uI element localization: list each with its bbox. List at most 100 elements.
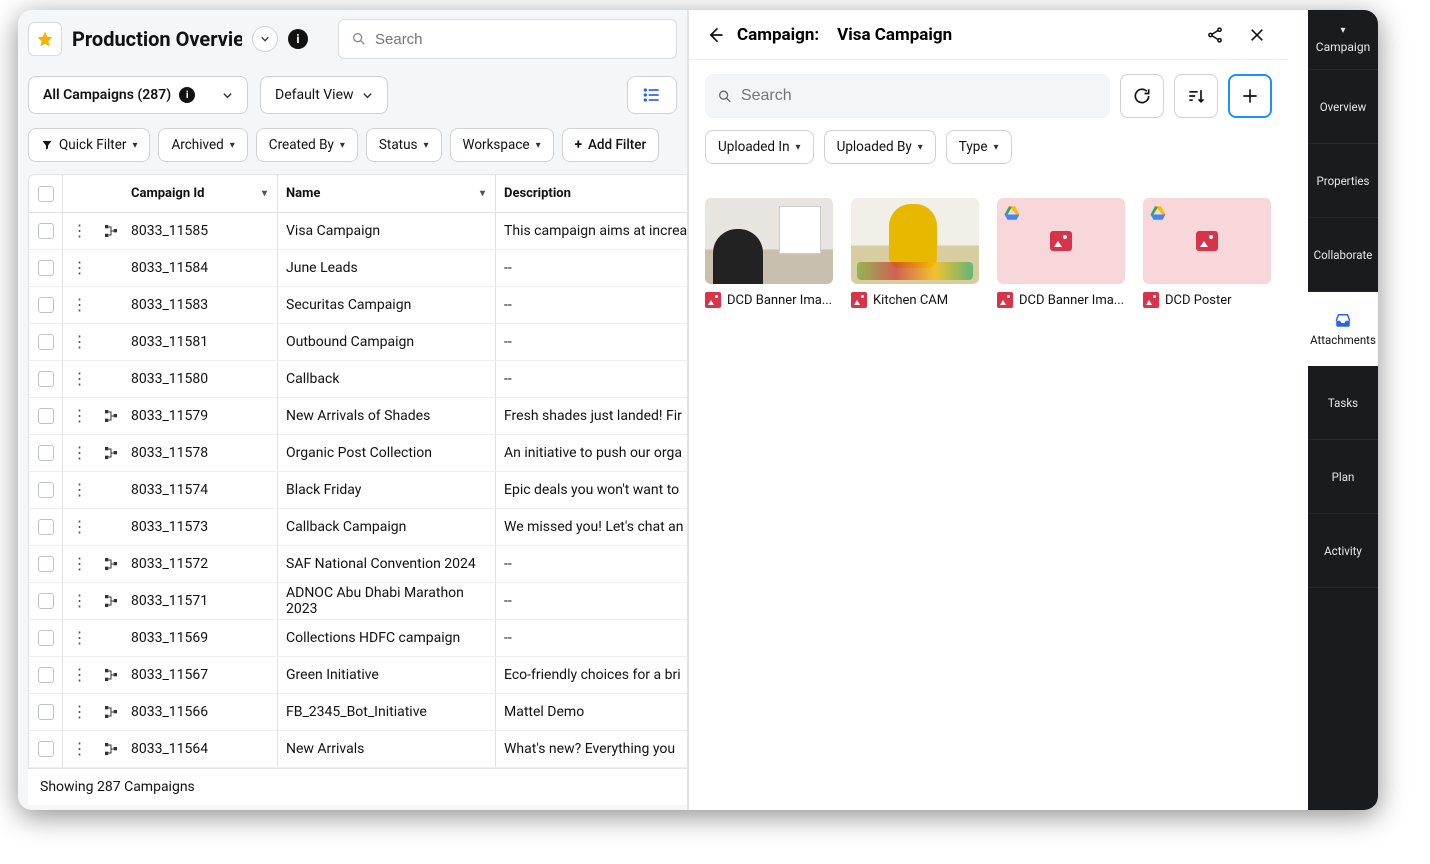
row-checkbox[interactable] xyxy=(29,472,63,508)
global-search-input[interactable] xyxy=(375,31,664,48)
row-checkbox[interactable] xyxy=(29,361,63,397)
default-view-dropdown[interactable]: Default View xyxy=(260,76,388,114)
created-by-filter[interactable]: Created By ▾ xyxy=(256,128,358,162)
row-menu[interactable]: ⋮ xyxy=(63,324,95,360)
col-name[interactable]: Name ▾ xyxy=(277,175,495,212)
col-campaign-id[interactable]: Campaign Id ▾ xyxy=(127,175,277,212)
google-drive-icon xyxy=(1149,204,1167,222)
cell-campaign-id: 8033_11573 xyxy=(127,509,277,545)
table-row[interactable]: ⋮8033_11583Securitas Campaign-- xyxy=(29,287,687,324)
side-tab-properties[interactable]: Properties xyxy=(1308,144,1378,218)
row-checkbox[interactable] xyxy=(29,731,63,767)
filter-label: Archived xyxy=(171,137,223,153)
row-menu[interactable]: ⋮ xyxy=(63,287,95,323)
table-row[interactable]: ⋮8033_11564New ArrivalsWhat's new? Every… xyxy=(29,731,687,768)
title-dropdown[interactable] xyxy=(252,26,278,52)
attachment-thumb[interactable]: DCD Poster xyxy=(1143,198,1271,308)
row-menu[interactable]: ⋮ xyxy=(63,657,95,693)
sort-button[interactable] xyxy=(1174,74,1218,118)
info-icon[interactable]: i xyxy=(288,29,308,49)
favorite-button[interactable] xyxy=(28,22,62,56)
uploaded-by-filter[interactable]: Uploaded By ▾ xyxy=(824,130,936,164)
table-row[interactable]: ⋮8033_11584June Leads-- xyxy=(29,250,687,287)
row-checkbox[interactable] xyxy=(29,435,63,471)
row-checkbox[interactable] xyxy=(29,213,63,249)
attachment-thumb[interactable]: DCD Banner Ima... xyxy=(997,198,1125,308)
table-footer: Showing 287 Campaigns xyxy=(28,768,687,805)
refresh-button[interactable] xyxy=(1120,74,1164,118)
row-menu[interactable]: ⋮ xyxy=(63,472,95,508)
table-row[interactable]: ⋮8033_11574Black FridayEpic deals you wo… xyxy=(29,472,687,509)
side-tab-plan[interactable]: Plan xyxy=(1308,440,1378,514)
cell-description: An initiative to push our orga xyxy=(495,435,687,471)
workspace-filter[interactable]: Workspace ▾ xyxy=(450,128,554,162)
side-tab-overview[interactable]: Overview xyxy=(1308,70,1378,144)
table-row[interactable]: ⋮8033_11567Green InitiativeEco-friendly … xyxy=(29,657,687,694)
row-menu[interactable]: ⋮ xyxy=(63,694,95,730)
table-row[interactable]: ⋮8033_11579New Arrivals of ShadesFresh s… xyxy=(29,398,687,435)
attachment-thumb[interactable]: Kitchen CAM xyxy=(851,198,979,308)
filter-label: Status xyxy=(379,137,418,153)
side-tab-activity[interactable]: Activity xyxy=(1308,514,1378,588)
side-tab-campaign[interactable]: ▾ Campaign xyxy=(1308,10,1378,70)
quick-filter-chip[interactable]: Quick Filter ▾ xyxy=(28,128,150,162)
side-tab-label: Attachments xyxy=(1310,333,1376,347)
table-row[interactable]: ⋮8033_11581Outbound Campaign-- xyxy=(29,324,687,361)
side-tab-tasks[interactable]: Tasks xyxy=(1308,366,1378,440)
row-menu[interactable]: ⋮ xyxy=(63,731,95,767)
side-tab-attachments[interactable]: Attachments xyxy=(1308,292,1378,366)
archived-filter[interactable]: Archived ▾ xyxy=(158,128,247,162)
view-toggle-list[interactable] xyxy=(627,76,677,114)
table-row[interactable]: ⋮8033_11578Organic Post CollectionAn ini… xyxy=(29,435,687,472)
image-file-icon xyxy=(851,292,867,308)
table-row[interactable]: ⋮8033_11580Callback-- xyxy=(29,361,687,398)
global-search[interactable] xyxy=(338,19,677,59)
row-menu[interactable]: ⋮ xyxy=(63,361,95,397)
table-row[interactable]: ⋮8033_11573Callback CampaignWe missed yo… xyxy=(29,509,687,546)
table-row[interactable]: ⋮8033_11572SAF National Convention 2024-… xyxy=(29,546,687,583)
table-row[interactable]: ⋮8033_11571ADNOC Abu Dhabi Marathon 2023… xyxy=(29,583,687,620)
detail-search-input[interactable] xyxy=(741,87,1098,105)
cell-description: -- xyxy=(495,546,687,582)
back-button[interactable] xyxy=(705,25,725,45)
caret-down-icon: ▾ xyxy=(918,142,923,153)
row-menu[interactable]: ⋮ xyxy=(63,620,95,656)
detail-search[interactable] xyxy=(705,74,1110,118)
type-filter[interactable]: Type ▾ xyxy=(946,130,1012,164)
filter-label: Type xyxy=(959,139,988,155)
row-checkbox[interactable] xyxy=(29,694,63,730)
row-checkbox[interactable] xyxy=(29,620,63,656)
row-checkbox[interactable] xyxy=(29,509,63,545)
row-menu[interactable]: ⋮ xyxy=(63,509,95,545)
row-menu[interactable]: ⋮ xyxy=(63,213,95,249)
row-checkbox[interactable] xyxy=(29,324,63,360)
row-checkbox[interactable] xyxy=(29,398,63,434)
row-menu[interactable]: ⋮ xyxy=(63,250,95,286)
share-button[interactable] xyxy=(1200,20,1230,50)
row-checkbox[interactable] xyxy=(29,583,63,619)
table-row[interactable]: ⋮8033_11569Collections HDFC campaign-- xyxy=(29,620,687,657)
side-tab-label: Activity xyxy=(1324,544,1362,558)
select-all-checkbox[interactable] xyxy=(29,175,63,212)
status-filter[interactable]: Status ▾ xyxy=(366,128,442,162)
table-row[interactable]: ⋮8033_11585Visa CampaignThis campaign ai… xyxy=(29,213,687,250)
row-menu[interactable]: ⋮ xyxy=(63,435,95,471)
add-attachment-button[interactable] xyxy=(1228,74,1272,118)
thumb-image xyxy=(851,198,979,284)
side-tab-collaborate[interactable]: Collaborate xyxy=(1308,218,1378,292)
add-filter-button[interactable]: + Add Filter xyxy=(562,128,660,162)
cell-name: Organic Post Collection xyxy=(277,435,495,471)
col-description[interactable]: Description xyxy=(495,175,687,212)
table-row[interactable]: ⋮8033_11566FB_2345_Bot_InitiativeMattel … xyxy=(29,694,687,731)
uploaded-in-filter[interactable]: Uploaded In ▾ xyxy=(705,130,814,164)
row-menu[interactable]: ⋮ xyxy=(63,546,95,582)
close-button[interactable] xyxy=(1242,20,1272,50)
row-checkbox[interactable] xyxy=(29,546,63,582)
row-checkbox[interactable] xyxy=(29,250,63,286)
all-campaigns-dropdown[interactable]: All Campaigns (287) i xyxy=(28,76,248,114)
row-menu[interactable]: ⋮ xyxy=(63,398,95,434)
attachment-thumb[interactable]: DCD Banner Ima... xyxy=(705,198,833,308)
row-checkbox[interactable] xyxy=(29,287,63,323)
row-checkbox[interactable] xyxy=(29,657,63,693)
row-menu[interactable]: ⋮ xyxy=(63,583,95,619)
